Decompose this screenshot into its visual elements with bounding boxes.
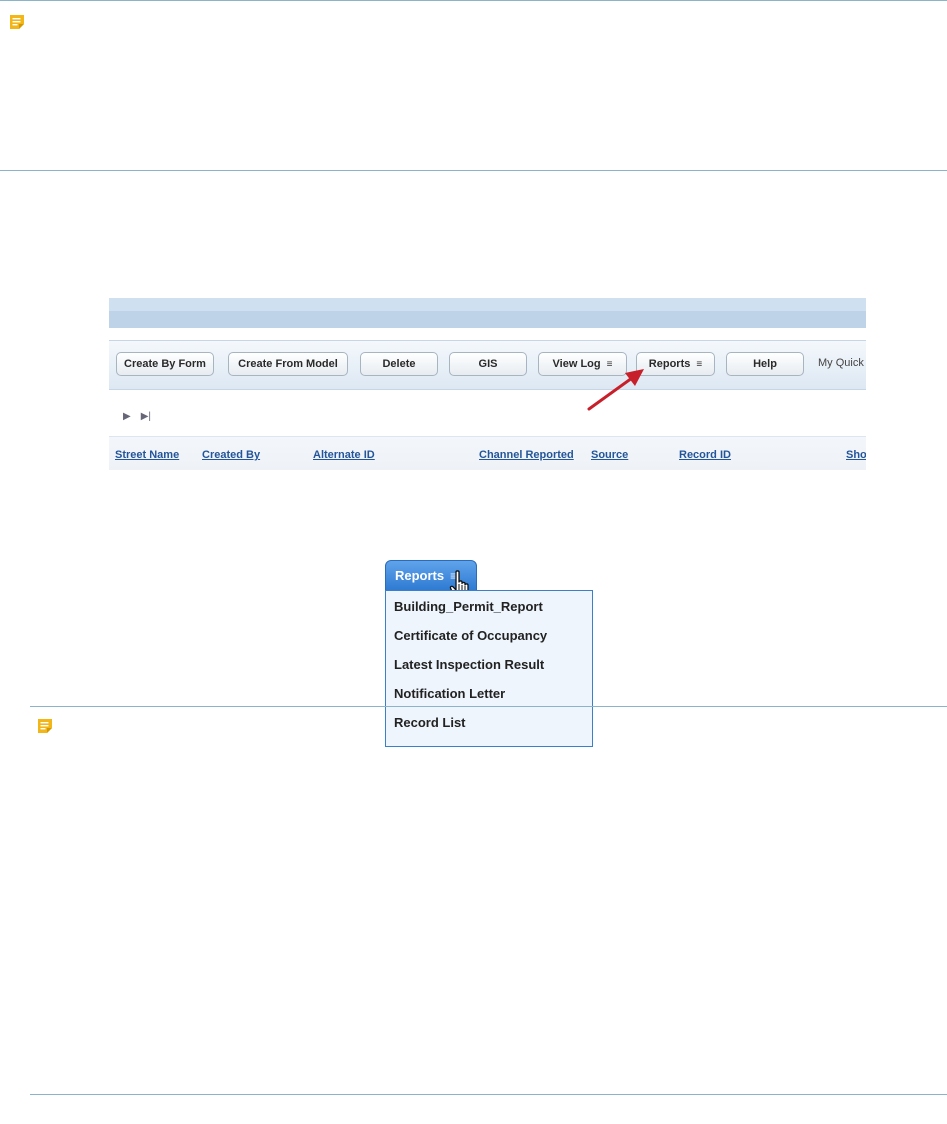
last-page-icon[interactable]: ▶| bbox=[141, 411, 151, 422]
button-label: GIS bbox=[478, 358, 498, 370]
note-icon bbox=[38, 719, 52, 733]
dropdown-label: Reports bbox=[395, 568, 445, 583]
help-button[interactable]: Help bbox=[726, 352, 804, 376]
menu-item-building-permit-report[interactable]: Building_Permit_Report bbox=[386, 597, 592, 626]
button-label: Reports bbox=[648, 358, 691, 370]
button-label: Create By Form bbox=[124, 358, 206, 370]
records-screenshot: Create By Form Create From Model Delete … bbox=[109, 298, 866, 470]
delete-button[interactable]: Delete bbox=[360, 352, 438, 376]
create-by-form-button[interactable]: Create By Form bbox=[116, 352, 214, 376]
column-created-by[interactable]: Created By bbox=[202, 449, 260, 461]
column-headers: Street Name Created By Alternate ID Chan… bbox=[109, 436, 866, 470]
create-from-model-button[interactable]: Create From Model bbox=[228, 352, 348, 376]
toolbar: Create By Form Create From Model Delete … bbox=[109, 340, 866, 390]
column-street-name[interactable]: Street Name bbox=[115, 449, 179, 461]
column-alternate-id[interactable]: Alternate ID bbox=[313, 449, 375, 461]
column-sho[interactable]: Sho bbox=[846, 449, 866, 461]
note-panel-bottom bbox=[30, 706, 947, 1095]
button-label: Create From Model bbox=[238, 358, 338, 370]
button-label: Delete bbox=[382, 358, 416, 370]
menu-caret-icon: ≡ bbox=[696, 358, 703, 370]
gis-button[interactable]: GIS bbox=[449, 352, 527, 376]
menu-item-latest-inspection-result[interactable]: Latest Inspection Result bbox=[386, 655, 592, 684]
my-quick-queries-link[interactable]: My Quick bbox=[818, 357, 864, 369]
menu-item-certificate-of-occupancy[interactable]: Certificate of Occupancy bbox=[386, 626, 592, 655]
note-panel-top bbox=[0, 0, 947, 171]
column-source[interactable]: Source bbox=[591, 449, 628, 461]
next-page-icon[interactable]: ▶ bbox=[123, 411, 131, 422]
column-channel-reported[interactable]: Channel Reported bbox=[479, 449, 574, 461]
button-label: Help bbox=[753, 358, 777, 370]
pager: ▶ ▶| bbox=[123, 411, 151, 422]
note-icon bbox=[10, 15, 24, 29]
red-arrow-icon bbox=[587, 369, 644, 411]
header-band bbox=[109, 298, 866, 328]
column-record-id[interactable]: Record ID bbox=[679, 449, 731, 461]
